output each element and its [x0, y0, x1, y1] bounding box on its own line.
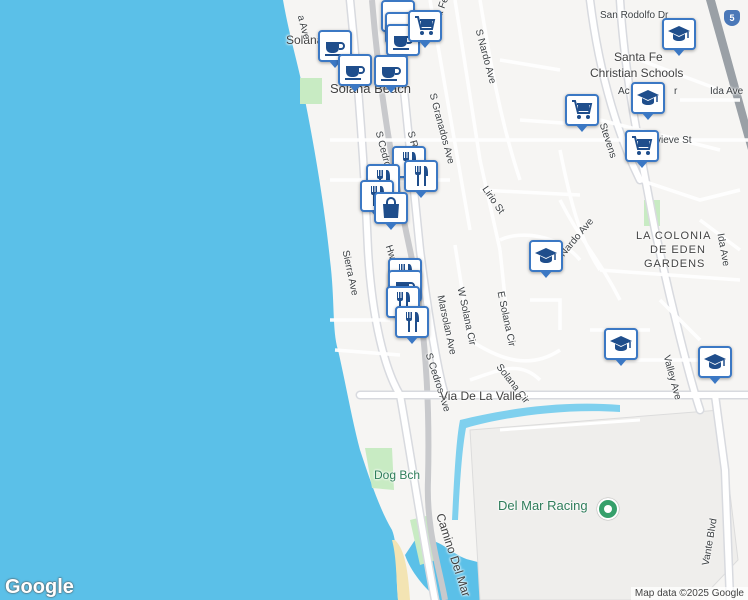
street-label-genevieve: vieve St: [656, 135, 692, 146]
map-canvas[interactable]: 5 Solana Bch Solana Beach Santa Fe Chris…: [0, 0, 748, 600]
street-label-san-rodolfo: San Rodolfo Dr: [600, 10, 669, 21]
graduation-cap-icon: [534, 244, 558, 268]
street-label-ida-ave-top: Ida Ave: [710, 86, 744, 97]
map-attribution[interactable]: Map data ©2025 Google: [630, 587, 748, 600]
racing-poi-icon[interactable]: [597, 498, 619, 520]
graduation-cap-marker[interactable]: [662, 18, 696, 56]
graduation-cap-icon: [703, 350, 727, 374]
fork-knife-marker[interactable]: [404, 160, 438, 198]
shopping-cart-icon: [570, 98, 594, 122]
shopping-bag-marker[interactable]: [374, 192, 408, 230]
place-label-christian-schools: Christian Schools: [590, 66, 684, 80]
fork-knife-icon: [400, 310, 424, 334]
coffee-cup-marker[interactable]: [338, 54, 372, 92]
graduation-cap-icon: [667, 22, 691, 46]
poi-label-dog-beach[interactable]: Dog Bch: [374, 468, 420, 482]
park-1: [300, 78, 322, 104]
fork-knife-marker[interactable]: [395, 306, 429, 344]
street-label-via-de-la-valle: Via De La Valle: [440, 389, 522, 403]
place-label-santa-fe: Santa Fe: [614, 50, 663, 64]
graduation-cap-marker[interactable]: [698, 346, 732, 384]
graduation-cap-marker[interactable]: [529, 240, 563, 278]
fork-knife-icon: [409, 164, 433, 188]
interstate-5-shield: 5: [724, 10, 740, 26]
graduation-cap-icon: [609, 332, 633, 356]
coffee-cup-icon: [379, 59, 403, 83]
street-label-acacia: Ac: [618, 86, 630, 97]
shopping-cart-marker[interactable]: [625, 130, 659, 168]
graduation-cap-icon: [636, 86, 660, 110]
street-label-acacia-r: r: [674, 86, 678, 97]
google-logo: Google: [5, 576, 74, 598]
neighborhood-label-gardens: GARDENS: [644, 258, 706, 270]
shopping-cart-icon: [630, 134, 654, 158]
coffee-cup-marker[interactable]: [374, 55, 408, 93]
neighborhood-label-la-colonia: LA COLONIA: [636, 230, 712, 242]
graduation-cap-marker[interactable]: [604, 328, 638, 366]
graduation-cap-marker[interactable]: [631, 82, 665, 120]
shopping-cart-marker[interactable]: [408, 10, 442, 48]
shopping-bag-icon: [379, 196, 403, 220]
poi-label-del-mar-racing[interactable]: Del Mar Racing: [498, 498, 588, 513]
neighborhood-label-de-eden: DE EDEN: [650, 244, 706, 256]
shopping-cart-marker[interactable]: [565, 94, 599, 132]
coffee-cup-icon: [343, 58, 367, 82]
shopping-cart-icon: [413, 14, 437, 38]
